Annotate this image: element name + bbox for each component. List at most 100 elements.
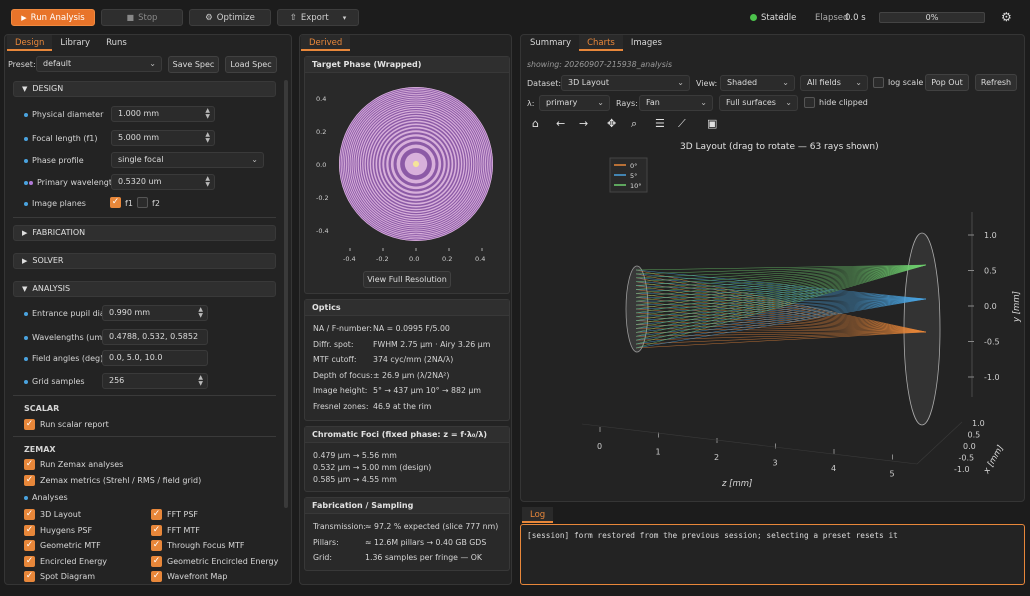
spinner-icon[interactable]: ▲ ▼ xyxy=(198,307,203,319)
run-scalar-checkbox[interactable]: ✓ xyxy=(24,419,35,430)
phase-profile-select[interactable]: single focal ⌄ xyxy=(111,152,264,168)
design-section-header[interactable]: ▼ DESIGN xyxy=(13,81,276,97)
view-select[interactable]: Shaded ⌄ xyxy=(720,75,795,91)
tab-library[interactable]: Library xyxy=(52,35,98,51)
bullet-icon xyxy=(24,379,28,384)
rays-select[interactable]: Fan ⌄ xyxy=(639,95,713,111)
bullet-icon xyxy=(24,495,28,500)
analysis-checkbox[interactable]: ✓ xyxy=(151,540,162,551)
preset-select[interactable]: default ⌄ xyxy=(36,56,162,72)
chevron-down-icon: ▼ xyxy=(22,85,28,93)
optimize-button[interactable]: ⚙ Optimize xyxy=(189,9,271,26)
fields-select[interactable]: All fields ⌄ xyxy=(800,75,868,91)
export-button[interactable]: ⇧ Export ▾ xyxy=(277,9,359,26)
phase-xtick: -0.2 xyxy=(376,255,389,263)
physical-diameter-input[interactable]: 1.000 mm ▲ ▼ xyxy=(111,106,215,122)
fabrication-section-header[interactable]: ▶ FABRICATION xyxy=(13,225,276,241)
play-icon: ▶ xyxy=(21,13,27,22)
tab-derived[interactable]: Derived xyxy=(301,35,351,51)
phase-xtick: 0.2 xyxy=(442,255,452,263)
tab-log[interactable]: Log xyxy=(522,507,554,523)
ray-line xyxy=(635,331,927,341)
analysis-checkbox[interactable]: ✓ xyxy=(151,509,162,520)
preset-label: Preset: xyxy=(8,60,36,69)
3d-layout-chart[interactable]: 0° 5° 10° 0 1 2 3 4 5 z [mm] 1.0 0.5 0.0 -0.5 -1.0 y [m… xyxy=(522,152,1022,497)
back-arrow-icon[interactable]: ← xyxy=(556,117,565,130)
x-tick: -0.5 xyxy=(959,454,975,463)
spinner-icon[interactable]: ▲ ▼ xyxy=(198,375,203,387)
zemax-metrics-label: Zemax metrics (Strehl / RMS / field grid… xyxy=(40,476,202,485)
tab-images[interactable]: Images xyxy=(623,35,670,51)
fab-value: ≈ 97.2 % expected (slice 777 nm) xyxy=(365,522,499,531)
spinner-icon[interactable]: ▲ ▼ xyxy=(205,108,210,120)
optics-key: Depth of focus: xyxy=(313,370,373,380)
state-indicator-icon xyxy=(750,14,757,21)
focal-length-input[interactable]: 5.000 mm ▲ ▼ xyxy=(111,130,215,146)
phase-xtick: 0.0 xyxy=(409,255,419,263)
dataset-select[interactable]: 3D Layout ⌄ xyxy=(561,75,690,91)
surfaces-select[interactable]: Full surfaces ⌄ xyxy=(719,95,798,111)
elapsed-label: Elapsed xyxy=(815,13,849,23)
optics-key: Diffr. spot: xyxy=(313,339,354,349)
tab-summary[interactable]: Summary xyxy=(522,35,579,51)
f1-checkbox[interactable]: ✓ xyxy=(110,197,121,208)
refresh-button[interactable]: Refresh xyxy=(975,74,1017,91)
analysis-checkbox[interactable]: ✓ xyxy=(151,555,162,567)
analysis-checkbox[interactable]: ✓ xyxy=(24,540,35,551)
analysis-checkbox[interactable]: ✓ xyxy=(24,571,35,582)
x-tick: 1.0 xyxy=(972,419,985,428)
edit-axes-icon[interactable]: ⟋ xyxy=(678,117,686,131)
load-spec-button[interactable]: Load Spec xyxy=(225,56,277,73)
state-value: idle xyxy=(781,13,797,23)
entrance-pupil-input[interactable]: 0.990 mm ▲ ▼ xyxy=(102,305,208,321)
stop-button[interactable]: ■ Stop xyxy=(101,9,183,26)
home-icon[interactable]: ⌂ xyxy=(532,117,539,130)
configure-subplots-icon[interactable]: ☰ xyxy=(655,117,665,130)
pop-out-button[interactable]: Pop Out xyxy=(925,74,969,91)
analysis-section-header[interactable]: ▼ ANALYSIS xyxy=(13,281,276,297)
pan-icon[interactable]: ✥ xyxy=(607,117,616,130)
save-spec-button[interactable]: Save Spec xyxy=(168,56,219,73)
log-scale-checkbox[interactable] xyxy=(873,77,884,88)
spinner-icon[interactable]: ▲ ▼ xyxy=(205,132,210,144)
field-angles-input[interactable]: 0.0, 5.0, 10.0 xyxy=(102,350,208,366)
analyses-label: Analyses xyxy=(32,493,68,502)
analysis-checkbox[interactable]: ✓ xyxy=(151,524,162,536)
tab-charts[interactable]: Charts xyxy=(579,35,623,51)
rays-label: Rays: xyxy=(616,99,638,108)
analysis-label: FFT MTF xyxy=(167,525,200,535)
lambda-select[interactable]: primary ⌄ xyxy=(539,95,610,111)
left-scrollbar[interactable] xyxy=(284,80,288,508)
f2-checkbox[interactable] xyxy=(137,197,148,208)
wavelengths-input[interactable]: 0.4788, 0.532, 0.5852 xyxy=(102,329,208,345)
analysis-checkbox[interactable]: ✓ xyxy=(151,571,162,582)
optics-value: 374 cyc/mm (2NA/λ) xyxy=(373,355,454,364)
grid-samples-input[interactable]: 256 ▲ ▼ xyxy=(102,373,208,389)
analysis-checkbox[interactable]: ✓ xyxy=(24,509,35,520)
optics-key: Fresnel zones: xyxy=(313,401,369,411)
run-zemax-checkbox[interactable]: ✓ xyxy=(24,459,35,470)
zemax-metrics-checkbox[interactable]: ✓ xyxy=(24,475,35,486)
hide-clipped-checkbox[interactable] xyxy=(804,97,815,108)
tab-design[interactable]: Design xyxy=(7,35,53,51)
primary-wavelength-input[interactable]: 0.5320 um ▲ ▼ xyxy=(111,174,215,190)
chevron-right-icon: ▶ xyxy=(22,257,28,265)
view-full-resolution-button[interactable]: View Full Resolution xyxy=(363,271,451,288)
run-analysis-button[interactable]: ▶ Run Analysis xyxy=(11,9,95,26)
zoom-icon[interactable]: ⌕ xyxy=(631,117,637,131)
analysis-checkbox[interactable]: ✓ xyxy=(24,524,35,536)
settings-gear-icon[interactable]: ⚙ xyxy=(1001,10,1012,24)
lambda-label: λ: xyxy=(527,99,535,108)
spinner-icon[interactable]: ▲ ▼ xyxy=(205,176,210,188)
solver-section-header[interactable]: ▶ SOLVER xyxy=(13,253,276,269)
chevron-down-icon: ▼ xyxy=(22,285,28,293)
save-figure-icon[interactable]: ▣ xyxy=(707,117,717,130)
y-axis-label: y [mm] xyxy=(1012,291,1022,323)
zemax-heading: ZEMAX xyxy=(24,445,56,454)
forward-arrow-icon[interactable]: → xyxy=(579,117,588,130)
tab-runs[interactable]: Runs xyxy=(98,35,135,51)
elapsed-value: 0.0 s xyxy=(845,13,866,23)
analysis-checkbox[interactable]: ✓ xyxy=(24,555,35,567)
chevron-right-icon: ▶ xyxy=(22,229,28,237)
y-tick: 0.0 xyxy=(984,302,997,311)
